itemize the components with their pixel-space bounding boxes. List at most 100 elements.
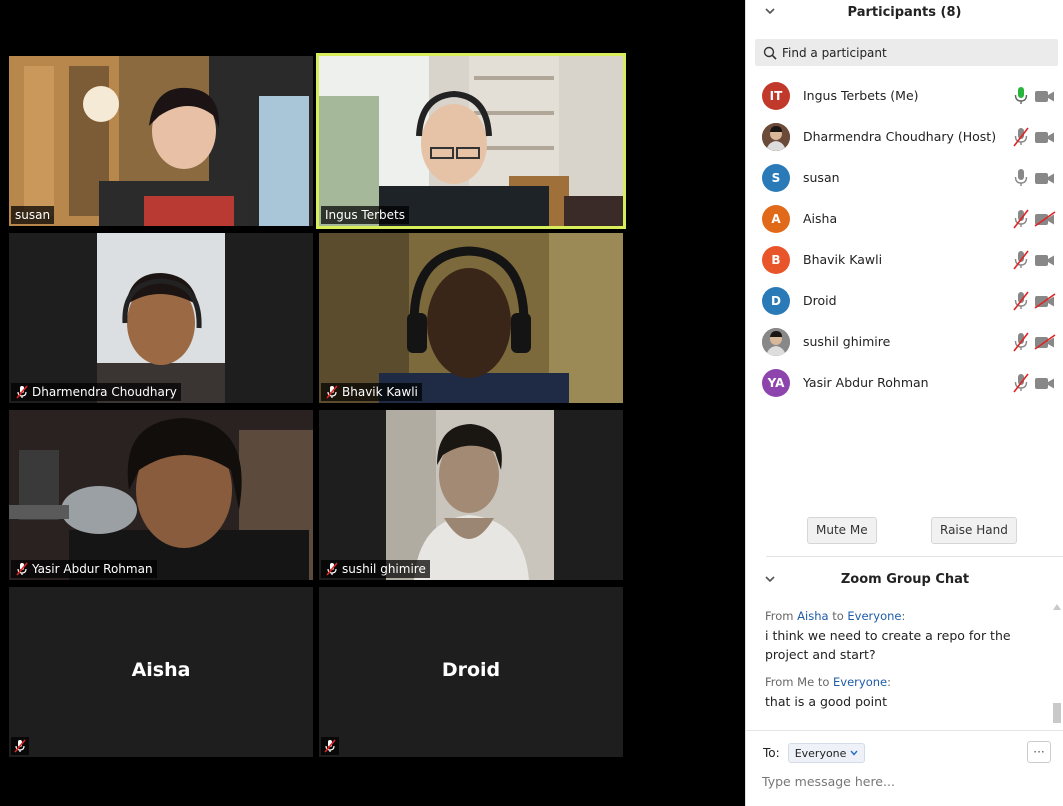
participant-name: Ingus Terbets (Me) <box>803 88 919 103</box>
participant-name: Dharmendra Choudhary (Host) <box>803 129 997 144</box>
recipient-name[interactable]: Everyone <box>833 675 887 689</box>
collapse-chat-button[interactable] <box>762 571 778 587</box>
video-camera-icon[interactable] <box>1034 375 1056 391</box>
mic-icon[interactable] <box>1012 168 1030 188</box>
participant-row[interactable]: D Droid <box>746 280 1063 321</box>
avatar <box>762 327 790 356</box>
video-tile-bhavik-kawli[interactable]: Bhavik Kawli <box>319 233 623 403</box>
avatar-photo-icon <box>762 122 790 151</box>
participant-row[interactable]: sushil ghimire <box>746 321 1063 362</box>
participant-name: susan <box>803 170 840 185</box>
video-tile-ingus-terbets[interactable]: Ingus Terbets <box>316 53 626 229</box>
participant-status-icons <box>1012 239 1056 280</box>
chat-more-button[interactable]: ··· <box>1027 741 1051 763</box>
participant-status-icons <box>1012 362 1056 403</box>
participant-name: sushil ghimire <box>342 562 426 576</box>
video-tile-yasir-abdur-rohman[interactable]: Yasir Abdur Rohman <box>9 410 313 580</box>
section-divider <box>766 556 1063 557</box>
video-name-tag: Ingus Terbets <box>321 206 409 224</box>
participant-name-large: Aisha <box>131 659 191 681</box>
chevron-down-icon <box>765 576 775 583</box>
chevron-down-icon <box>850 750 858 756</box>
mic-muted-icon[interactable] <box>1012 291 1030 311</box>
raise-hand-button[interactable]: Raise Hand <box>931 517 1017 544</box>
recipient-name[interactable]: Everyone <box>847 609 901 623</box>
video-tile-dharmendra-choudhary[interactable]: Dharmendra Choudhary <box>9 233 313 403</box>
from-prefix: From <box>765 609 794 623</box>
video-off-icon[interactable] <box>1034 210 1056 227</box>
chat-header: Zoom Group Chat <box>746 568 1063 590</box>
video-feed <box>9 410 313 580</box>
chat-scrollbar-thumb[interactable] <box>1053 703 1061 723</box>
participant-status-icons <box>1012 157 1056 198</box>
mic-muted-icon[interactable] <box>1012 332 1030 352</box>
video-tile-aisha[interactable]: Aisha <box>9 587 313 757</box>
to-word: to <box>817 675 830 689</box>
participant-name: Yasir Abdur Rohman <box>803 375 929 390</box>
recipient-row: To: Everyone <box>763 743 866 763</box>
avatar: B <box>762 245 790 274</box>
mic-muted-icon[interactable] <box>1012 209 1030 229</box>
participant-row[interactable]: Dharmendra Choudhary (Host) <box>746 116 1063 157</box>
avatar: YA <box>762 368 790 397</box>
mic-muted-icon[interactable] <box>1012 250 1030 270</box>
to-label: To: <box>763 746 780 760</box>
chat-input-divider <box>746 730 1063 731</box>
participant-name: Bhavik Kawli <box>803 252 883 267</box>
mic-muted-icon <box>16 562 28 576</box>
video-camera-icon[interactable] <box>1034 129 1056 145</box>
participant-name: Bhavik Kawli <box>342 385 418 399</box>
participant-status-icons <box>1012 198 1056 239</box>
video-name-tag: Dharmendra Choudhary <box>11 383 181 401</box>
mic-muted-icon[interactable] <box>1012 373 1030 393</box>
avatar: IT <box>762 81 790 110</box>
collapse-participants-button[interactable] <box>762 3 778 19</box>
mic-speaking-icon[interactable] <box>1012 86 1030 106</box>
mic-muted-icon[interactable] <box>1012 127 1030 147</box>
video-camera-icon[interactable] <box>1034 252 1056 268</box>
participant-name: Yasir Abdur Rohman <box>32 562 153 576</box>
video-name-tag: susan <box>11 206 55 224</box>
video-feed <box>319 410 623 580</box>
video-off-icon[interactable] <box>1034 333 1056 350</box>
participant-name: Aisha <box>803 211 838 226</box>
video-name-tag: Bhavik Kawli <box>321 383 422 401</box>
video-gallery: susan Ingus Terbets Dharmendra Choudhary… <box>0 0 745 806</box>
participant-row[interactable]: IT Ingus Terbets (Me) <box>746 75 1063 116</box>
video-feed <box>319 233 623 403</box>
avatar: A <box>762 204 790 233</box>
chat-scroll-up-arrow[interactable] <box>1053 604 1061 610</box>
participant-name-large: Droid <box>441 659 501 681</box>
participant-status-icons <box>1012 75 1056 116</box>
chat-messages: From Aisha to Everyone: i think we need … <box>765 609 1050 722</box>
chat-message-text: i think we need to create a repo for the… <box>765 628 1011 662</box>
mute-me-button[interactable]: Mute Me <box>807 517 877 544</box>
participant-row[interactable]: YA Yasir Abdur Rohman <box>746 362 1063 403</box>
video-off-icon[interactable] <box>1034 292 1056 309</box>
video-tile-susan[interactable]: susan <box>9 56 313 226</box>
video-camera-icon[interactable] <box>1034 170 1056 186</box>
chat-message: From Me to Everyone: that is a good poin… <box>765 675 1050 711</box>
sender-name[interactable]: Aisha <box>797 609 828 623</box>
search-icon <box>763 46 777 60</box>
participant-search[interactable] <box>755 39 1058 66</box>
avatar: S <box>762 163 790 192</box>
video-tile-droid[interactable]: Droid <box>319 587 623 757</box>
participant-name: Droid <box>803 293 837 308</box>
recipient-dropdown[interactable]: Everyone <box>787 743 866 763</box>
participant-name: Ingus Terbets <box>325 208 405 222</box>
participant-name: Dharmendra Choudhary <box>32 385 177 399</box>
chat-title: Zoom Group Chat <box>840 571 970 587</box>
mute-indicator <box>11 737 29 755</box>
avatar-photo-icon <box>762 327 790 356</box>
participant-row[interactable]: A Aisha <box>746 198 1063 239</box>
colon: : <box>887 675 891 689</box>
participant-row[interactable]: B Bhavik Kawli <box>746 239 1063 280</box>
chat-message-input[interactable] <box>762 771 1042 791</box>
video-camera-icon[interactable] <box>1034 88 1056 104</box>
video-tile-sushil-ghimire[interactable]: sushil ghimire <box>319 410 623 580</box>
recipient-value: Everyone <box>794 746 847 760</box>
video-feed <box>319 56 623 226</box>
participant-search-input[interactable] <box>782 45 1042 60</box>
participant-row[interactable]: Ssusan <box>746 157 1063 198</box>
